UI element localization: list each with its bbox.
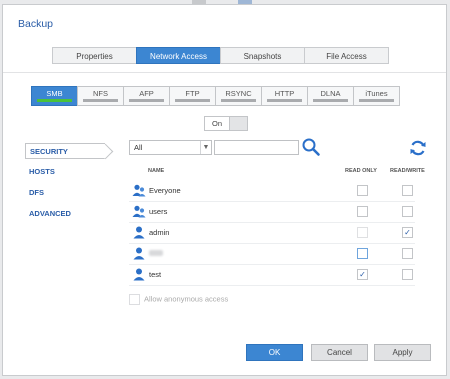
- protocol-tab-dlna[interactable]: DLNA: [307, 86, 354, 106]
- status-bar: [175, 99, 210, 102]
- read-only-checkbox[interactable]: ✓: [357, 269, 368, 280]
- sidebar: SECURITY HOSTS DFS ADVANCED: [25, 143, 105, 227]
- protocol-label: NFS: [93, 89, 108, 98]
- row-name: test: [149, 270, 162, 279]
- table-row: users: [129, 201, 415, 223]
- protocol-tab-rsync[interactable]: RSYNC: [215, 86, 262, 106]
- sidebar-item-security[interactable]: SECURITY: [25, 143, 105, 159]
- tab-network-access[interactable]: Network Access: [136, 47, 221, 64]
- read-write-checkbox[interactable]: [402, 185, 413, 196]
- sidebar-item-hosts[interactable]: HOSTS: [25, 164, 105, 180]
- read-write-checkbox[interactable]: [402, 206, 413, 217]
- read-write-checkbox[interactable]: ✓: [402, 227, 413, 238]
- status-bar: [37, 99, 72, 102]
- protocol-label: RSYNC: [225, 89, 252, 98]
- main-tabs: Properties Network Access Snapshots File…: [52, 47, 389, 64]
- protocol-tab-nfs[interactable]: NFS: [77, 86, 124, 106]
- row-name: Everyone: [149, 186, 181, 195]
- protocol-tab-itunes[interactable]: iTunes: [353, 86, 400, 106]
- status-bar: [313, 99, 348, 102]
- group-icon: [132, 184, 146, 197]
- user-icon: [132, 226, 146, 239]
- protocol-tabs: SMB NFS AFP FTP RSYNC HTTP DLNA iTunes: [31, 86, 400, 106]
- column-header-read-only: READ ONLY: [345, 168, 377, 174]
- status-bar: [129, 99, 164, 102]
- toggle-label: On: [205, 117, 229, 130]
- table-row: test ✓: [129, 264, 415, 286]
- protocol-tab-http[interactable]: HTTP: [261, 86, 308, 106]
- user-icon: [132, 268, 146, 281]
- protocol-tab-smb[interactable]: SMB: [31, 86, 78, 106]
- protocol-label: FTP: [185, 89, 200, 98]
- toggle-knob[interactable]: [229, 117, 247, 130]
- read-write-checkbox[interactable]: [402, 248, 413, 259]
- tab-snapshots[interactable]: Snapshots: [220, 47, 305, 64]
- status-bar: [83, 99, 118, 102]
- filter-select-value: All: [134, 143, 143, 152]
- protocol-label: iTunes: [365, 89, 388, 98]
- status-bar: [359, 99, 394, 102]
- protocol-tab-ftp[interactable]: FTP: [169, 86, 216, 106]
- protocol-label: SMB: [46, 89, 63, 98]
- anonymous-access-label: Allow anonymous access: [144, 294, 229, 304]
- sidebar-item-advanced[interactable]: ADVANCED: [25, 206, 105, 222]
- read-only-checkbox[interactable]: [357, 248, 368, 259]
- table-row: [129, 243, 415, 265]
- table-row: Everyone: [129, 180, 415, 202]
- ok-button[interactable]: OK: [246, 344, 303, 361]
- refresh-icon[interactable]: [408, 138, 428, 158]
- smb-toggle[interactable]: On: [204, 116, 248, 131]
- table-row: admin ✓: [129, 222, 415, 244]
- redacted-name: [149, 250, 163, 256]
- chevron-down-icon[interactable]: ▼: [200, 141, 211, 154]
- column-header-name: NAME: [148, 168, 165, 174]
- dialog-title: Backup: [18, 18, 54, 30]
- status-bar: [221, 99, 256, 102]
- backup-dialog: Backup Properties Network Access Snapsho…: [2, 4, 447, 376]
- protocol-label: HTTP: [274, 89, 295, 98]
- tab-file-access[interactable]: File Access: [304, 47, 389, 64]
- sidebar-item-dfs[interactable]: DFS: [25, 185, 105, 201]
- protocol-label: AFP: [139, 89, 154, 98]
- anonymous-access-option[interactable]: Allow anonymous access: [129, 294, 228, 305]
- cancel-button[interactable]: Cancel: [311, 344, 368, 361]
- protocol-tab-afp[interactable]: AFP: [123, 86, 170, 106]
- read-only-checkbox[interactable]: [357, 227, 368, 238]
- status-bar: [267, 99, 302, 102]
- search-icon[interactable]: [301, 137, 321, 157]
- divider: [3, 72, 446, 73]
- row-name: admin: [149, 228, 170, 237]
- user-icon: [132, 247, 146, 260]
- apply-button[interactable]: Apply: [374, 344, 431, 361]
- anonymous-access-checkbox[interactable]: [129, 294, 140, 305]
- search-input[interactable]: [214, 140, 299, 155]
- protocol-label: DLNA: [320, 89, 341, 98]
- group-icon: [132, 205, 146, 218]
- column-header-read-write: READ/WRITE: [390, 168, 425, 174]
- read-write-checkbox[interactable]: [402, 269, 413, 280]
- filter-select[interactable]: All ▼: [129, 140, 212, 155]
- row-name: users: [149, 207, 168, 216]
- tab-properties[interactable]: Properties: [52, 47, 137, 64]
- read-only-checkbox[interactable]: [357, 185, 368, 196]
- read-only-checkbox[interactable]: [357, 206, 368, 217]
